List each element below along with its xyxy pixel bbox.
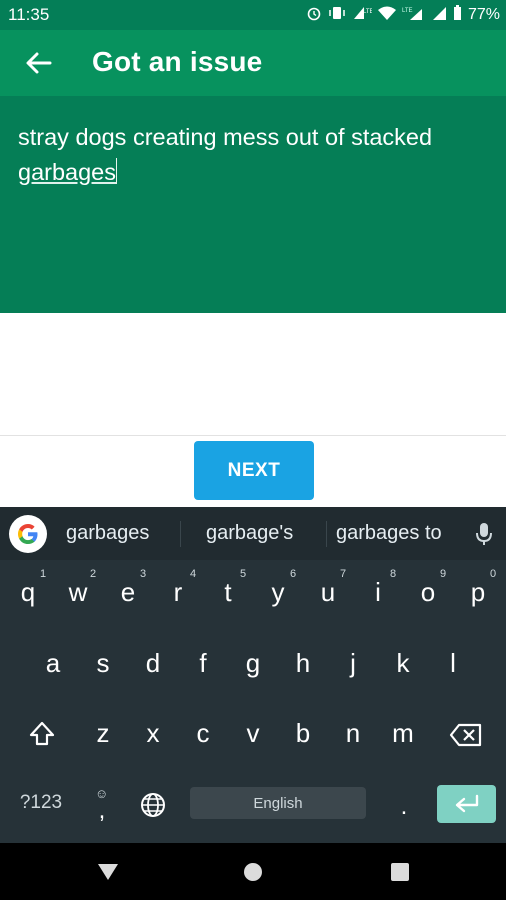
- app-bar: Got an issue: [0, 30, 506, 96]
- key-q[interactable]: q: [8, 577, 48, 608]
- key-u[interactable]: u: [308, 577, 348, 608]
- recents-nav-icon[interactable]: [391, 863, 409, 886]
- key-n[interactable]: n: [333, 718, 373, 749]
- vibrate-icon: [328, 5, 346, 25]
- key-v[interactable]: v: [233, 718, 273, 749]
- globe-icon[interactable]: [133, 791, 173, 821]
- key-w[interactable]: w: [58, 577, 98, 608]
- status-bar: 11:35 LTE LTE 77%: [0, 0, 506, 30]
- issue-text-field[interactable]: stray dogs creating mess out of stacked …: [18, 120, 488, 190]
- key-p[interactable]: p: [458, 577, 498, 608]
- text-cursor: [116, 158, 117, 184]
- volte-icon: LTE: [352, 5, 374, 25]
- key-m[interactable]: m: [383, 718, 423, 749]
- symbols-key[interactable]: ?123: [13, 792, 69, 814]
- key-l[interactable]: l: [433, 648, 473, 679]
- suggestion-3[interactable]: garbages to: [336, 522, 442, 545]
- divider: [0, 435, 506, 436]
- svg-text:LTE: LTE: [402, 8, 413, 14]
- key-hint: 0: [490, 568, 497, 580]
- keyboard: garbages garbage's garbages to q w e r t…: [0, 507, 506, 843]
- suggestion-1[interactable]: garbages: [66, 522, 149, 545]
- issue-text-line1: stray dogs creating mess out of stacked: [18, 124, 433, 150]
- key-y[interactable]: y: [258, 577, 298, 608]
- key-hint: 6: [290, 568, 297, 580]
- key-r[interactable]: r: [158, 577, 198, 608]
- suggestion-separator: [326, 521, 327, 547]
- key-hint: 3: [140, 568, 147, 580]
- enter-key[interactable]: [437, 785, 496, 823]
- key-period[interactable]: .: [384, 793, 424, 821]
- battery-percent: 77%: [467, 6, 500, 23]
- key-o[interactable]: o: [408, 577, 448, 608]
- backspace-icon[interactable]: [446, 721, 486, 751]
- key-hint: 9: [440, 568, 447, 580]
- battery-icon: [453, 5, 462, 25]
- key-c[interactable]: c: [183, 718, 223, 749]
- key-x[interactable]: x: [133, 718, 173, 749]
- wifi-icon: [377, 6, 396, 25]
- next-button[interactable]: NEXT: [194, 441, 314, 500]
- key-hint: 8: [390, 568, 397, 580]
- key-a[interactable]: a: [33, 648, 73, 679]
- key-d[interactable]: d: [133, 648, 173, 679]
- home-nav-icon[interactable]: [243, 862, 263, 887]
- google-icon[interactable]: [9, 515, 47, 553]
- key-e[interactable]: e: [108, 577, 148, 608]
- signal-icon: [432, 6, 447, 25]
- key-hint: 5: [240, 568, 247, 580]
- key-i[interactable]: i: [358, 577, 398, 608]
- suggestion-2[interactable]: garbage's: [206, 522, 293, 545]
- key-k[interactable]: k: [383, 648, 423, 679]
- key-h[interactable]: h: [283, 648, 323, 679]
- lte-signal-icon: LTE: [402, 6, 426, 25]
- navigation-bar: [0, 843, 506, 900]
- key-hint: 2: [90, 568, 97, 580]
- key-z[interactable]: z: [83, 718, 123, 749]
- suggestion-separator: [180, 521, 181, 547]
- arrow-left-icon[interactable]: [22, 46, 56, 80]
- key-hint: 7: [340, 568, 347, 580]
- suggestion-strip: garbages garbage's garbages to: [0, 507, 506, 560]
- key-comma[interactable]: ,: [82, 797, 122, 825]
- space-bar[interactable]: English: [190, 787, 366, 819]
- key-hint: 1: [40, 568, 47, 580]
- status-time: 11:35: [8, 5, 50, 24]
- shift-icon[interactable]: [22, 719, 62, 751]
- enter-icon: [455, 794, 478, 813]
- alarm-icon: [306, 5, 322, 25]
- key-t[interactable]: t: [208, 577, 248, 608]
- key-f[interactable]: f: [183, 648, 223, 679]
- key-g[interactable]: g: [233, 648, 273, 679]
- key-hint: 4: [190, 568, 197, 580]
- status-icons: LTE LTE 77%: [306, 5, 500, 25]
- key-s[interactable]: s: [83, 648, 123, 679]
- microphone-icon[interactable]: [474, 521, 494, 547]
- key-b[interactable]: b: [283, 718, 323, 749]
- issue-input-area[interactable]: stray dogs creating mess out of stacked …: [0, 96, 506, 313]
- page-title: Got an issue: [92, 46, 263, 77]
- issue-text-composing-word: garbages: [18, 159, 116, 185]
- svg-text:LTE: LTE: [363, 9, 372, 15]
- key-j[interactable]: j: [333, 648, 373, 679]
- back-nav-icon[interactable]: [97, 863, 119, 886]
